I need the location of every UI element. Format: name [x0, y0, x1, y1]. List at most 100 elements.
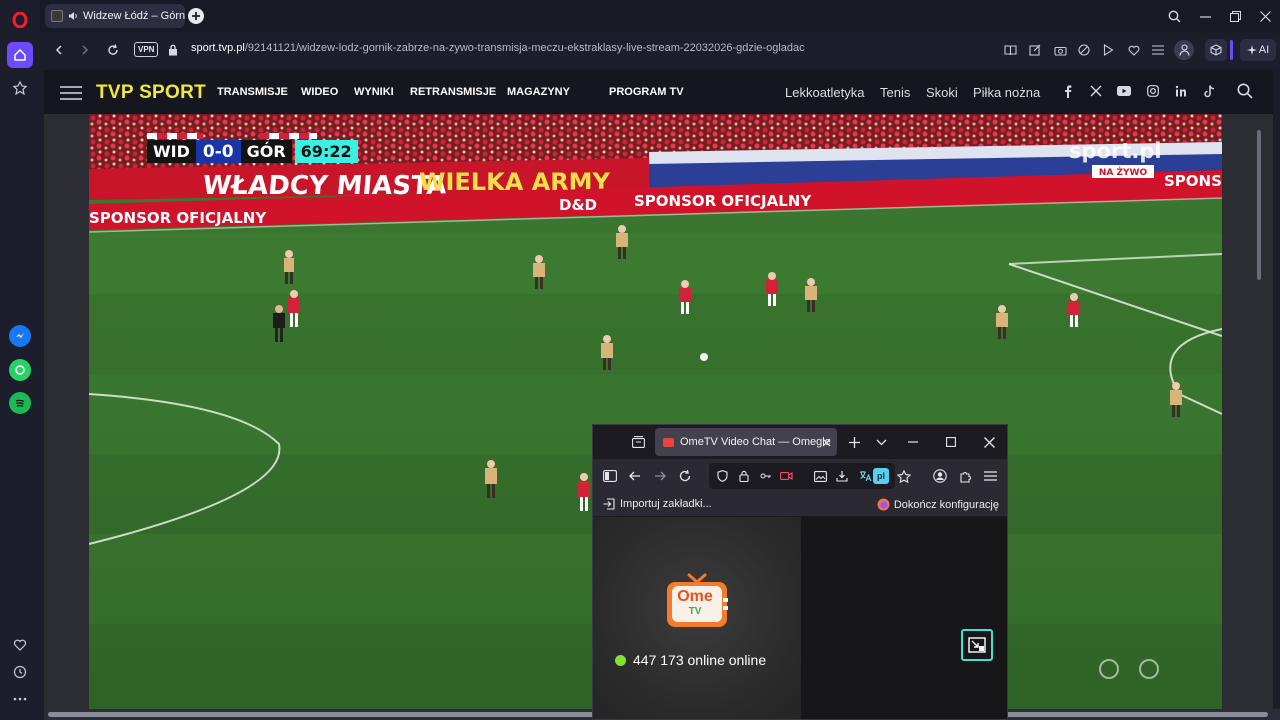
youtube-icon[interactable]	[1117, 84, 1131, 98]
whatsapp-icon[interactable]	[9, 359, 31, 381]
firefox-tab-close-icon[interactable]	[819, 433, 833, 451]
reload-button[interactable]	[104, 41, 122, 59]
adblock-icon[interactable]	[1075, 41, 1093, 59]
firefox-back-button[interactable]	[626, 467, 644, 485]
url-path: /92141121/widzew-lodz-gornik-zabrze-na-z…	[244, 42, 805, 54]
led-text-1: SPONSOR OFICJALNY	[89, 209, 267, 227]
translate-language-badge[interactable]: pl	[873, 468, 889, 484]
scoreboard: WID 0-0 GÓR 69:22	[147, 140, 358, 163]
firefox-menu-icon[interactable]	[981, 467, 999, 485]
aria-ai-button[interactable]: AI	[1240, 39, 1276, 61]
firefox-close-button[interactable]	[980, 433, 998, 451]
page-scrollbar-thumb[interactable]	[1257, 130, 1261, 280]
heart-icon[interactable]	[8, 633, 32, 657]
new-tab-button[interactable]	[188, 8, 204, 24]
ometv-logo-bottom: TV	[688, 606, 702, 617]
category-tenis[interactable]: Tenis	[880, 85, 910, 100]
match-score: 0-0	[195, 140, 241, 163]
minimize-button[interactable]	[1195, 6, 1215, 26]
nav-program-tv[interactable]: PROGRAM TV	[609, 86, 684, 98]
facebook-icon[interactable]	[1061, 84, 1075, 98]
screenshot-icon[interactable]	[811, 467, 829, 485]
nav-transmisje[interactable]: TRANSMISJE	[217, 86, 288, 98]
nav-wideo[interactable]: WIDEO	[301, 86, 338, 98]
category-skoki[interactable]: Skoki	[926, 85, 958, 100]
nav-wyniki[interactable]: WYNIKI	[354, 86, 394, 98]
camera-permission-icon[interactable]	[777, 467, 795, 485]
restore-button[interactable]	[1225, 6, 1245, 26]
category-lekkoatletyka[interactable]: Lekkoatletyka	[785, 85, 865, 100]
firefox-url-bar[interactable]: pl	[709, 463, 895, 489]
easy-setup-icon[interactable]	[1149, 41, 1167, 59]
edit-icon[interactable]	[1026, 41, 1044, 59]
history-icon[interactable]	[8, 660, 32, 684]
bookmark-star-icon[interactable]	[895, 467, 913, 485]
tiktok-icon[interactable]	[1202, 84, 1216, 98]
flow-icon[interactable]	[1099, 41, 1117, 59]
translate-icon[interactable]	[856, 467, 874, 485]
nav-magazyny[interactable]: MAGAZYNY	[507, 86, 570, 98]
lock-icon[interactable]	[164, 41, 182, 59]
messenger-icon[interactable]	[9, 325, 31, 347]
led-text-2: D&D	[559, 196, 597, 214]
instagram-icon[interactable]	[1146, 84, 1160, 98]
forward-button[interactable]	[76, 41, 94, 59]
url-host: sport.tvp.pl	[191, 42, 245, 54]
firefox-bookmarks-bar: Importuj zakładki... Dokończ konfiguracj…	[593, 493, 1007, 517]
firefox-tab-strip: OmeTV Video Chat — Omegle	[593, 425, 1007, 459]
extensions-cube-icon[interactable]	[1205, 39, 1227, 61]
ometv-remote-panel	[801, 517, 1007, 719]
more-icon[interactable]	[8, 687, 32, 711]
permissions-icon[interactable]	[757, 467, 775, 485]
online-counter: 447 173 online online	[615, 652, 766, 668]
firefox-logo-icon	[877, 498, 890, 511]
linkedin-icon[interactable]	[1174, 84, 1188, 98]
firefox-sidebar-icon[interactable]	[601, 467, 619, 485]
vpn-badge[interactable]: VPN	[134, 42, 159, 57]
firefox-account-icon[interactable]	[931, 467, 949, 485]
category-pilka-nozna[interactable]: Piłka nożna	[973, 85, 1040, 100]
x-icon[interactable]	[1089, 84, 1103, 98]
home-kit-stripe	[147, 133, 203, 139]
tab-favicon-icon	[51, 10, 63, 22]
home-icon[interactable]	[7, 42, 33, 68]
tvp-sport-logo[interactable]: TVP SPORT	[96, 82, 206, 104]
firefox-maximize-button[interactable]	[942, 433, 960, 451]
back-button[interactable]	[50, 41, 68, 59]
url-text[interactable]: sport.tvp.pl/92141121/widzew-lodz-gornik…	[191, 42, 805, 54]
download-icon[interactable]	[833, 467, 851, 485]
search-tabs-icon[interactable]	[1164, 6, 1184, 26]
close-window-button[interactable]	[1255, 6, 1275, 26]
firefox-tab-ometv[interactable]: OmeTV Video Chat — Omegle	[655, 428, 837, 456]
import-bookmarks-item[interactable]: Importuj zakładki...	[603, 498, 712, 510]
firefox-extensions-icon[interactable]	[956, 467, 974, 485]
home-team-abbr: WID	[147, 140, 196, 163]
firefox-tab-list-icon[interactable]	[872, 433, 890, 451]
import-icon	[603, 498, 615, 510]
tracking-shield-icon[interactable]	[713, 467, 731, 485]
firefox-view-icon[interactable]	[629, 433, 647, 451]
camera-icon[interactable]	[1051, 41, 1069, 59]
firefox-window[interactable]: OmeTV Video Chat — Omegle pl Importuj za…	[592, 424, 1008, 720]
browser-tab[interactable]: Widzew Łódź – Górnik	[45, 4, 185, 28]
reader-mode-icon[interactable]	[1001, 41, 1019, 59]
exit-pip-button[interactable]	[961, 629, 993, 661]
firefox-new-tab-button[interactable]	[845, 433, 863, 451]
hamburger-menu-icon[interactable]	[60, 86, 82, 100]
online-count-text: 447 173 online online	[633, 652, 767, 668]
search-icon[interactable]	[1236, 82, 1254, 100]
firefox-reload-button[interactable]	[676, 467, 694, 485]
address-bar: VPN sport.tvp.pl/92141121/widzew-lodz-go…	[40, 34, 1280, 66]
firefox-lock-icon[interactable]	[735, 467, 753, 485]
pinboard-icon[interactable]	[8, 76, 32, 100]
firefox-tab-title: OmeTV Video Chat — Omegle	[680, 436, 831, 448]
opera-logo-icon[interactable]	[8, 8, 32, 32]
tab-title: Widzew Łódź – Górnik	[83, 10, 185, 22]
nav-retransmisje[interactable]: RETRANSMISJE	[410, 86, 496, 98]
firefox-minimize-button[interactable]	[904, 433, 922, 451]
profile-icon[interactable]	[1174, 40, 1194, 60]
spotify-icon[interactable]	[9, 392, 31, 414]
firefox-forward-button[interactable]	[651, 467, 669, 485]
finish-setup-item[interactable]: Dokończ konfigurację	[877, 498, 999, 511]
bookmark-heart-icon[interactable]	[1125, 41, 1143, 59]
